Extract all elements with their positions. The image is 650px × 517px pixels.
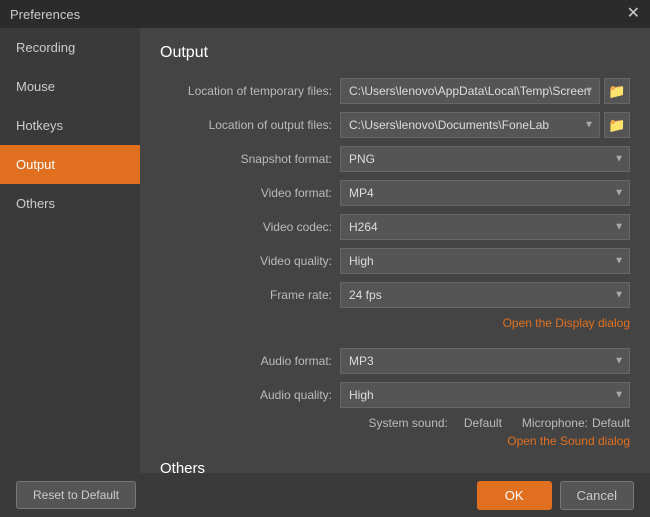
- others-section-title: Others: [160, 460, 630, 473]
- temp-location-control: C:\Users\lenovo\AppData\Local\Temp\Scree…: [340, 78, 630, 104]
- frame-rate-select[interactable]: 24 fps: [340, 282, 630, 308]
- footer: Reset to Default OK Cancel: [0, 473, 650, 517]
- audio-quality-select[interactable]: High: [340, 382, 630, 408]
- video-format-label: Video format:: [160, 186, 340, 200]
- video-format-select-wrapper: MP4 ▼: [340, 180, 630, 206]
- temp-location-label: Location of temporary files:: [160, 84, 340, 98]
- output-location-select-wrapper: C:\Users\lenovo\Documents\FoneLab ▼: [340, 112, 600, 138]
- system-sound-value: Default: [464, 416, 502, 430]
- output-location-folder-button[interactable]: 📁: [604, 112, 630, 138]
- output-section-title: Output: [160, 44, 630, 62]
- snapshot-format-row: Snapshot format: PNG ▼: [160, 146, 630, 172]
- temp-location-folder-button[interactable]: 📁: [604, 78, 630, 104]
- output-location-select[interactable]: C:\Users\lenovo\Documents\FoneLab: [340, 112, 600, 138]
- ok-button[interactable]: OK: [477, 481, 552, 510]
- audio-format-select-wrapper: MP3 ▼: [340, 348, 630, 374]
- snapshot-format-select[interactable]: PNG: [340, 146, 630, 172]
- microphone-label: Microphone:: [522, 416, 588, 430]
- temp-location-row: Location of temporary files: C:\Users\le…: [160, 78, 630, 104]
- main-layout: Recording Mouse Hotkeys Output Others Ou…: [0, 28, 650, 473]
- sound-info-row: System sound: Default Microphone: Defaul…: [160, 416, 630, 430]
- footer-right: OK Cancel: [477, 481, 634, 510]
- audio-quality-label: Audio quality:: [160, 388, 340, 402]
- video-codec-select[interactable]: H264: [340, 214, 630, 240]
- sidebar-item-recording[interactable]: Recording: [0, 28, 140, 67]
- sidebar-item-others[interactable]: Others: [0, 184, 140, 223]
- video-codec-control: H264 ▼: [340, 214, 630, 240]
- temp-location-select-wrapper: C:\Users\lenovo\AppData\Local\Temp\Scree…: [340, 78, 600, 104]
- video-quality-select[interactable]: High: [340, 248, 630, 274]
- snapshot-format-select-wrapper: PNG ▼: [340, 146, 630, 172]
- close-button[interactable]: ✕: [627, 6, 640, 22]
- video-codec-row: Video codec: H264 ▼: [160, 214, 630, 240]
- frame-rate-label: Frame rate:: [160, 288, 340, 302]
- reset-button[interactable]: Reset to Default: [16, 481, 136, 509]
- audio-quality-row: Audio quality: High ▼: [160, 382, 630, 408]
- audio-format-label: Audio format:: [160, 354, 340, 368]
- snapshot-format-label: Snapshot format:: [160, 152, 340, 166]
- video-format-row: Video format: MP4 ▼: [160, 180, 630, 206]
- microphone-value: Default: [592, 416, 630, 430]
- content-area: Output Location of temporary files: C:\U…: [140, 28, 650, 473]
- output-location-control: C:\Users\lenovo\Documents\FoneLab ▼ 📁: [340, 112, 630, 138]
- sound-dialog-row: Open the Sound dialog: [160, 434, 630, 448]
- sidebar-item-output[interactable]: Output: [0, 145, 140, 184]
- window-title: Preferences: [10, 7, 80, 22]
- sidebar-item-mouse[interactable]: Mouse: [0, 67, 140, 106]
- title-bar: Preferences ✕: [0, 0, 650, 28]
- audio-format-select[interactable]: MP3: [340, 348, 630, 374]
- video-quality-row: Video quality: High ▼: [160, 248, 630, 274]
- audio-quality-control: High ▼: [340, 382, 630, 408]
- frame-rate-control: 24 fps ▼: [340, 282, 630, 308]
- cancel-button[interactable]: Cancel: [560, 481, 634, 510]
- video-quality-select-wrapper: High ▼: [340, 248, 630, 274]
- snapshot-format-control: PNG ▼: [340, 146, 630, 172]
- display-dialog-link[interactable]: Open the Display dialog: [503, 316, 630, 330]
- video-format-select[interactable]: MP4: [340, 180, 630, 206]
- display-dialog-row: Open the Display dialog: [160, 316, 630, 330]
- video-quality-label: Video quality:: [160, 254, 340, 268]
- video-codec-select-wrapper: H264 ▼: [340, 214, 630, 240]
- video-codec-label: Video codec:: [160, 220, 340, 234]
- audio-format-row: Audio format: MP3 ▼: [160, 348, 630, 374]
- system-sound-label: System sound:: [369, 416, 448, 430]
- sound-dialog-link[interactable]: Open the Sound dialog: [507, 434, 630, 448]
- audio-quality-select-wrapper: High ▼: [340, 382, 630, 408]
- output-location-label: Location of output files:: [160, 118, 340, 132]
- sidebar: Recording Mouse Hotkeys Output Others: [0, 28, 140, 473]
- video-quality-control: High ▼: [340, 248, 630, 274]
- video-format-control: MP4 ▼: [340, 180, 630, 206]
- sidebar-item-hotkeys[interactable]: Hotkeys: [0, 106, 140, 145]
- temp-location-select[interactable]: C:\Users\lenovo\AppData\Local\Temp\Scree…: [340, 78, 600, 104]
- frame-rate-select-wrapper: 24 fps ▼: [340, 282, 630, 308]
- frame-rate-row: Frame rate: 24 fps ▼: [160, 282, 630, 308]
- output-location-row: Location of output files: C:\Users\lenov…: [160, 112, 630, 138]
- audio-format-control: MP3 ▼: [340, 348, 630, 374]
